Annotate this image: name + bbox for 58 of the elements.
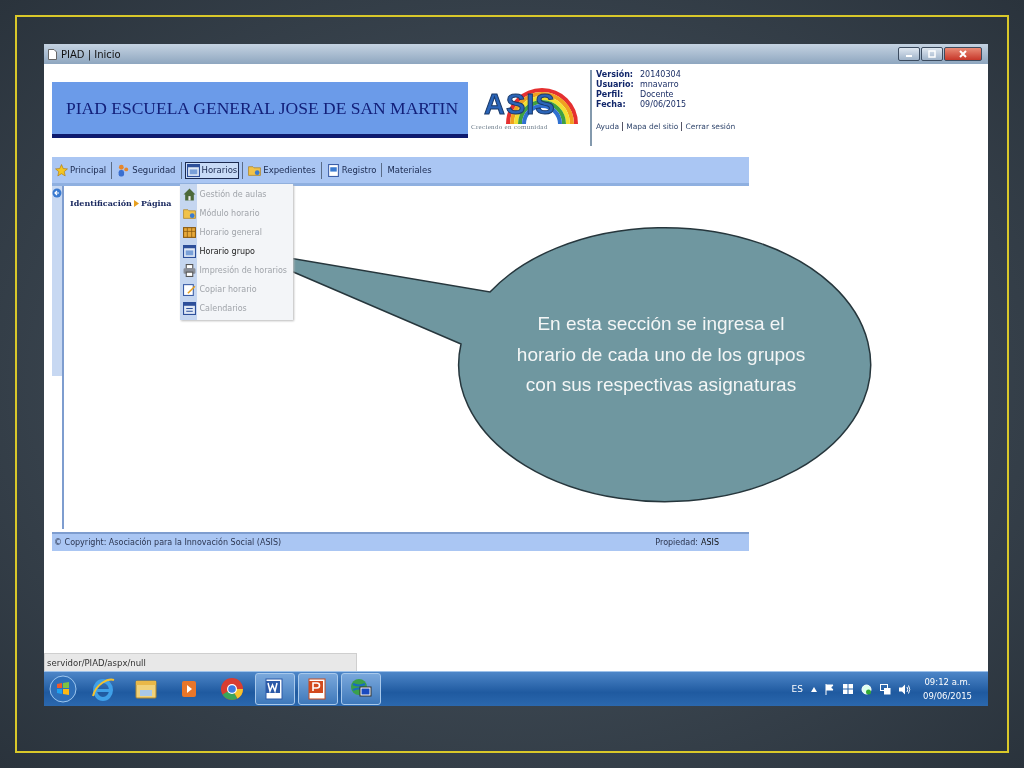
info-label: Fecha: — [596, 100, 627, 110]
house-icon — [182, 187, 196, 201]
maximize-icon — [928, 50, 936, 58]
info-value: 09/06/2015 — [640, 100, 687, 110]
info-value: Docente — [640, 90, 674, 100]
window-title: PIAD | Inicio — [61, 48, 122, 60]
breadcrumb-item[interactable]: Identificación — [70, 198, 132, 208]
menu-item[interactable]: Registro — [324, 161, 379, 179]
printer-icon — [182, 263, 196, 277]
document-icon — [326, 163, 340, 177]
window-icon — [186, 163, 200, 177]
taskbar-clock[interactable]: 09:12 a.m. 09/06/2015 — [923, 675, 972, 703]
status-url: servidor/PIAD/aspx/null — [44, 653, 357, 671]
window-icon — [182, 244, 196, 258]
minimize-button[interactable] — [898, 47, 920, 61]
maximize-button[interactable] — [921, 47, 943, 61]
taskbar-app-button[interactable] — [298, 673, 338, 705]
close-button[interactable] — [944, 47, 982, 61]
menu-item[interactable]: Horarios — [184, 161, 240, 179]
info-value: mnavarro — [640, 80, 679, 90]
browser-e-icon[interactable] — [90, 676, 116, 702]
chrome-wheel-icon[interactable] — [219, 676, 245, 702]
dropdown-item[interactable]: Horario grupo — [179, 241, 293, 261]
property-value: ASIS — [701, 538, 719, 547]
copyright-text: © Copyright: Asociación para la Innovación Social (ASIS) — [54, 538, 282, 547]
grid-icon — [182, 225, 196, 239]
language-indicator[interactable]: ES — [791, 684, 803, 694]
back-arrow-icon[interactable] — [52, 188, 62, 198]
windows-icon[interactable] — [843, 684, 853, 694]
speaker-icon[interactable] — [899, 683, 911, 695]
breadcrumb-arrow-icon — [133, 199, 139, 207]
close-icon — [959, 50, 967, 58]
start-button[interactable] — [46, 673, 80, 705]
folder-icon — [182, 206, 196, 220]
folder-icon — [248, 163, 262, 177]
info-label: Usuario: — [596, 80, 635, 90]
flag-icon[interactable] — [825, 683, 835, 695]
users-icon — [117, 163, 131, 177]
calendar-icon — [182, 301, 196, 315]
page-icon — [48, 48, 57, 60]
menu-item[interactable]: Expedientes — [246, 161, 318, 179]
logo-wordmark: ASIS — [484, 88, 556, 121]
star-icon — [55, 163, 68, 177]
property-label: Propiedad: — [655, 538, 698, 547]
taskbar-app-button[interactable] — [255, 673, 295, 705]
network-icon[interactable] — [880, 683, 891, 695]
menu-item[interactable]: Materiales — [385, 163, 434, 177]
breadcrumb-item[interactable]: Página — [140, 198, 172, 208]
pencil-icon — [182, 282, 196, 296]
up-arrow-icon[interactable] — [811, 686, 817, 692]
school-title: PIAD ESCUELA GENERAL JOSE DE SAN MARTIN — [66, 97, 459, 119]
menu-item[interactable]: Seguridad — [115, 161, 178, 179]
info-label: Versión: — [596, 70, 635, 80]
info-value: 20140304 — [640, 70, 681, 80]
taskbar-app-button[interactable] — [341, 673, 381, 705]
info-label: Perfil: — [596, 90, 625, 100]
callout-text: En esta sección se ingresa el horario de cada uno de los grupos con sus respectivas asignaturas — [516, 312, 806, 397]
menu-item[interactable]: Principal — [53, 161, 109, 179]
